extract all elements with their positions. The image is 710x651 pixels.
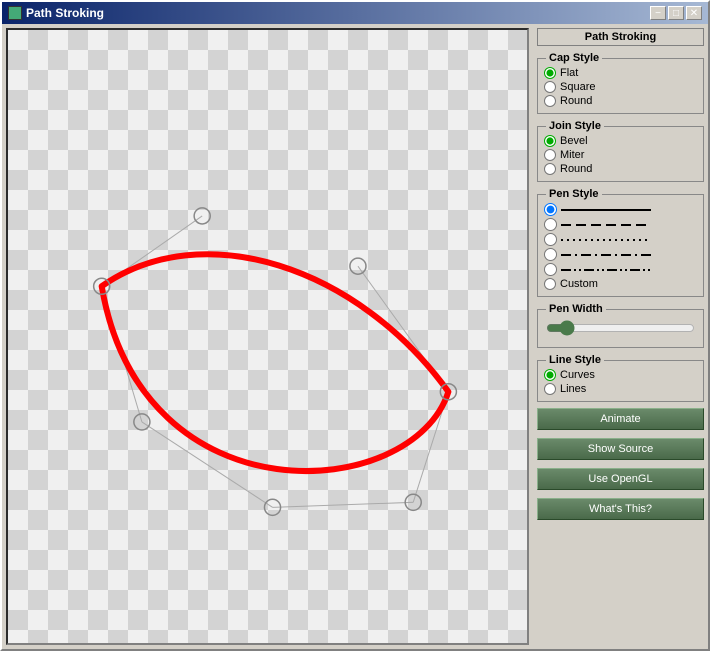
cap-flat-radio[interactable]	[544, 67, 556, 79]
pen-solid-radio[interactable]	[544, 203, 557, 216]
path-canvas	[8, 30, 527, 643]
canvas-area[interactable]	[6, 28, 529, 645]
pen-dot-row	[544, 233, 697, 246]
pen-dashdotdot-row	[544, 263, 697, 276]
line-style-group: Line Style Curves Lines	[537, 360, 704, 402]
cap-square-label: Square	[560, 81, 595, 93]
join-miter-label: Miter	[560, 149, 584, 161]
join-style-box: Join Style Bevel Miter Round	[537, 126, 704, 182]
cap-flat-row: Flat	[544, 67, 697, 79]
pen-width-slider[interactable]	[546, 320, 695, 336]
pen-dashdot-radio[interactable]	[544, 248, 557, 261]
pen-dash-line	[561, 220, 651, 230]
title-buttons: − □ ✕	[650, 6, 702, 20]
pen-dashdotdot-radio[interactable]	[544, 263, 557, 276]
animate-button[interactable]: Animate	[537, 408, 704, 430]
pen-solid-row	[544, 203, 697, 216]
cap-square-row: Square	[544, 81, 697, 93]
pen-custom-radio[interactable]	[544, 278, 556, 290]
cap-square-radio[interactable]	[544, 81, 556, 93]
show-source-button[interactable]: Show Source	[537, 438, 704, 460]
join-bevel-radio[interactable]	[544, 135, 556, 147]
pen-dash-row	[544, 218, 697, 231]
path-stroking-label: Path Stroking	[537, 28, 704, 46]
line-curves-radio[interactable]	[544, 369, 556, 381]
pen-width-label: Pen Width	[546, 303, 606, 315]
pen-width-group: Pen Width	[537, 309, 704, 348]
cap-round-row: Round	[544, 95, 697, 107]
cap-round-radio[interactable]	[544, 95, 556, 107]
app-icon	[8, 6, 22, 20]
pen-dashdot-row	[544, 248, 697, 261]
pen-style-label: Pen Style	[546, 188, 602, 200]
title-bar: Path Stroking − □ ✕	[2, 2, 708, 24]
pen-dashdot-line	[561, 250, 651, 260]
whats-this-button[interactable]: What's This?	[537, 498, 704, 520]
cap-style-label: Cap Style	[546, 52, 602, 64]
pen-style-group: Pen Style	[537, 194, 704, 297]
join-miter-row: Miter	[544, 149, 697, 161]
join-bevel-label: Bevel	[560, 135, 588, 147]
line-lines-row: Lines	[544, 383, 697, 395]
line-curves-row: Curves	[544, 369, 697, 381]
pen-dot-radio[interactable]	[544, 233, 557, 246]
cap-flat-label: Flat	[560, 67, 578, 79]
join-miter-radio[interactable]	[544, 149, 556, 161]
join-bevel-row: Bevel	[544, 135, 697, 147]
minimize-button[interactable]: −	[650, 6, 666, 20]
line-curves-label: Curves	[560, 369, 595, 381]
join-round-row: Round	[544, 163, 697, 175]
cap-style-box: Cap Style Flat Square Round	[537, 58, 704, 114]
title-bar-left: Path Stroking	[8, 6, 104, 20]
pen-solid-line	[561, 205, 651, 215]
cap-round-label: Round	[560, 95, 592, 107]
pen-width-box: Pen Width	[537, 309, 704, 348]
cap-style-group: Cap Style Flat Square Round	[537, 58, 704, 114]
line-style-box: Line Style Curves Lines	[537, 360, 704, 402]
pen-custom-label: Custom	[560, 278, 598, 290]
close-button[interactable]: ✕	[686, 6, 702, 20]
maximize-button[interactable]: □	[668, 6, 684, 20]
line-lines-radio[interactable]	[544, 383, 556, 395]
content-area: Path Stroking Cap Style Flat Square	[2, 24, 708, 649]
pen-custom-row: Custom	[544, 278, 697, 290]
main-window: Path Stroking − □ ✕	[0, 0, 710, 651]
join-round-radio[interactable]	[544, 163, 556, 175]
join-round-label: Round	[560, 163, 592, 175]
line-style-label: Line Style	[546, 354, 604, 366]
pen-style-box: Pen Style	[537, 194, 704, 297]
use-opengl-button[interactable]: Use OpenGL	[537, 468, 704, 490]
window-title: Path Stroking	[26, 6, 104, 20]
right-panel: Path Stroking Cap Style Flat Square	[533, 24, 708, 649]
join-style-label: Join Style	[546, 120, 604, 132]
pen-width-slider-container	[544, 316, 697, 343]
line-lines-label: Lines	[560, 383, 586, 395]
pen-dash-radio[interactable]	[544, 218, 557, 231]
join-style-group: Join Style Bevel Miter Round	[537, 126, 704, 182]
pen-dot-line	[561, 235, 651, 245]
pen-dashdotdot-line	[561, 265, 651, 275]
